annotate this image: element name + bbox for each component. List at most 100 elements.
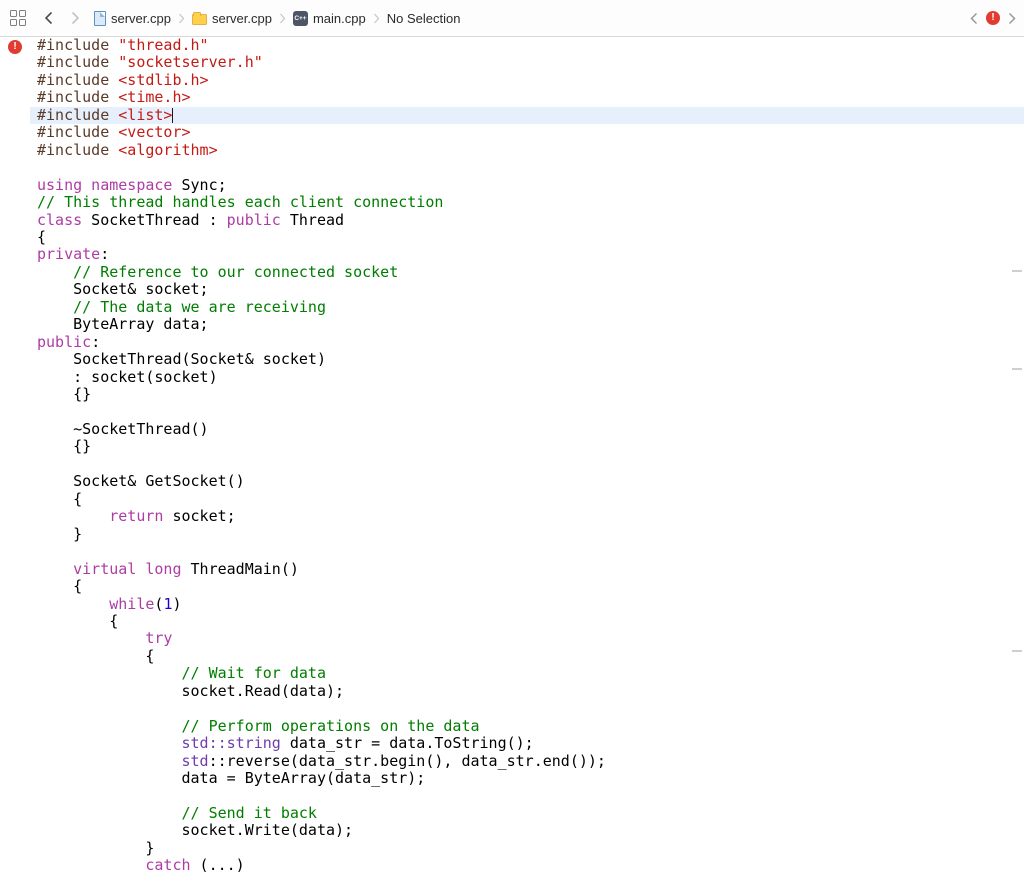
code-line[interactable]: class SocketThread : public Thread xyxy=(30,210,1024,229)
code-line[interactable]: try xyxy=(30,630,1024,647)
code-token-str: "socketserver.h" xyxy=(118,53,263,72)
code-line[interactable]: using namespace Sync; xyxy=(30,175,1024,194)
code-token-kw: using namespace xyxy=(37,175,173,194)
code-token-pln: {} xyxy=(37,437,92,456)
gutter[interactable]: ! xyxy=(0,37,30,875)
code-token-pln xyxy=(37,752,182,770)
code-token-pln: } xyxy=(37,524,83,543)
code-token-pln: SocketThread : xyxy=(82,210,227,229)
code-line[interactable]: catch (...) xyxy=(30,857,1024,874)
code-line[interactable]: private: xyxy=(30,246,1024,263)
code-line[interactable]: } xyxy=(30,524,1024,543)
code-token-kw: try xyxy=(145,629,173,648)
code-line[interactable]: virtual long ThreadMain() xyxy=(30,559,1024,578)
code-line[interactable] xyxy=(30,404,1024,421)
code-line[interactable]: data = ByteArray(data_str); xyxy=(30,769,1024,787)
code-line[interactable]: // This thread handles each client conne… xyxy=(30,193,1024,212)
forward-button[interactable] xyxy=(71,11,80,25)
code-token-pln: {} xyxy=(37,385,92,404)
code-line[interactable]: SocketThread(Socket& socket) xyxy=(30,350,1024,368)
code-token-pln xyxy=(37,804,182,822)
code-line[interactable] xyxy=(30,787,1024,804)
code-token-pln: Socket& GetSocket() xyxy=(37,472,245,491)
code-line[interactable]: // Send it back xyxy=(30,804,1024,822)
cpp-file-icon: C++ xyxy=(292,10,308,26)
code-line[interactable]: return socket; xyxy=(30,508,1024,525)
code-token-kw: virtual long xyxy=(73,559,182,578)
code-line[interactable]: std::string data_str = data.ToString(); xyxy=(30,734,1024,752)
code-line[interactable]: while(1) xyxy=(30,595,1024,613)
chevron-left-icon xyxy=(44,11,53,25)
folder-icon xyxy=(191,11,207,25)
code-line[interactable]: ~SocketThread() xyxy=(30,419,1024,438)
code-line[interactable]: socket.Read(data); xyxy=(30,681,1024,700)
code-token-str: <stdlib.h> xyxy=(118,70,209,89)
scrollbar[interactable] xyxy=(1010,37,1024,875)
code-token-pln: ~SocketThread() xyxy=(37,419,209,438)
code-token-pln xyxy=(37,856,145,874)
code-token-pln: socket.Read(data); xyxy=(37,681,345,700)
code-token-pln: : socket(socket) xyxy=(37,367,218,386)
code-line[interactable]: // Perform operations on the data xyxy=(30,716,1024,735)
code-line[interactable]: {} xyxy=(30,438,1024,455)
breadcrumb-item-selection[interactable]: No Selection xyxy=(387,11,461,26)
code-line[interactable]: #include <list> xyxy=(30,105,1024,125)
code-line[interactable]: // Wait for data xyxy=(30,665,1024,682)
previous-issue-button[interactable] xyxy=(970,12,978,25)
code-line[interactable] xyxy=(30,700,1024,717)
code-token-com: // The data we are receiving xyxy=(73,297,326,316)
code-token-com: // This thread handles each client conne… xyxy=(37,193,444,212)
code-line[interactable]: #include <time.h> xyxy=(30,89,1024,106)
line-error-icon[interactable]: ! xyxy=(8,40,22,54)
code-line[interactable]: #include "socketserver.h" xyxy=(30,54,1024,71)
breadcrumb-item-file[interactable]: server.cpp xyxy=(94,10,171,26)
code-line[interactable]: #include "thread.h" xyxy=(30,36,1024,54)
breadcrumb-item-main-cpp[interactable]: C++ main.cpp xyxy=(292,10,366,26)
code-token-pre: #include xyxy=(37,88,119,107)
code-token-str: <list> xyxy=(118,105,173,124)
next-issue-button[interactable] xyxy=(1008,12,1016,25)
code-line[interactable]: Socket& GetSocket() xyxy=(30,473,1024,490)
code-line[interactable]: ByteArray data; xyxy=(30,316,1024,333)
code-token-pln: { xyxy=(37,646,155,665)
code-line[interactable]: #include <stdlib.h> xyxy=(30,70,1024,89)
code-line[interactable]: {} xyxy=(30,385,1024,404)
code-lines: #include "thread.h" #include "socketserve… xyxy=(30,36,1024,875)
scrollbar-mark xyxy=(1012,270,1022,272)
code-line[interactable]: public: xyxy=(30,332,1024,351)
code-line[interactable]: socket.Write(data); xyxy=(30,822,1024,839)
breadcrumb-item-group[interactable]: server.cpp xyxy=(191,11,272,26)
code-line[interactable] xyxy=(30,159,1024,176)
code-line[interactable]: { xyxy=(30,612,1024,630)
code-line[interactable]: #include <vector> xyxy=(30,124,1024,141)
code-line[interactable] xyxy=(30,456,1024,473)
code-line[interactable]: { xyxy=(30,646,1024,665)
code-line[interactable]: } xyxy=(30,839,1024,857)
code-line[interactable]: { xyxy=(30,228,1024,246)
code-line[interactable]: : socket(socket) xyxy=(30,367,1024,386)
code-token-com: // Perform operations on the data xyxy=(181,716,480,735)
jump-bar-left-controls xyxy=(0,10,94,26)
issue-navigation: ! xyxy=(960,11,1024,25)
code-token-pln xyxy=(37,717,182,735)
related-items-icon[interactable] xyxy=(10,10,26,26)
code-line[interactable]: #include <algorithm> xyxy=(30,141,1024,159)
code-line[interactable]: { xyxy=(30,490,1024,508)
scrollbar-mark xyxy=(1012,650,1022,652)
breadcrumb-label: No Selection xyxy=(386,10,461,26)
code-line[interactable]: { xyxy=(30,577,1024,595)
code-token-pln: ::reverse(data_str.begin(), data_str.end… xyxy=(208,751,606,770)
error-badge[interactable]: ! xyxy=(986,11,1000,25)
file-icon xyxy=(94,10,106,26)
code-line[interactable]: std::reverse(data_str.begin(), data_str.… xyxy=(30,751,1024,770)
code-token-pln: : xyxy=(91,332,101,351)
chevron-left-icon xyxy=(970,12,978,24)
code-token-kw: return xyxy=(109,507,164,526)
code-line[interactable]: // The data we are receiving xyxy=(30,297,1024,316)
code-token-pre: #include xyxy=(37,70,119,89)
code-line[interactable]: // Reference to our connected socket xyxy=(30,263,1024,281)
code-line[interactable]: Socket& socket; xyxy=(30,281,1024,298)
code-token-pre: #include xyxy=(37,53,119,72)
back-button[interactable] xyxy=(44,11,53,25)
code-line[interactable] xyxy=(30,543,1024,560)
